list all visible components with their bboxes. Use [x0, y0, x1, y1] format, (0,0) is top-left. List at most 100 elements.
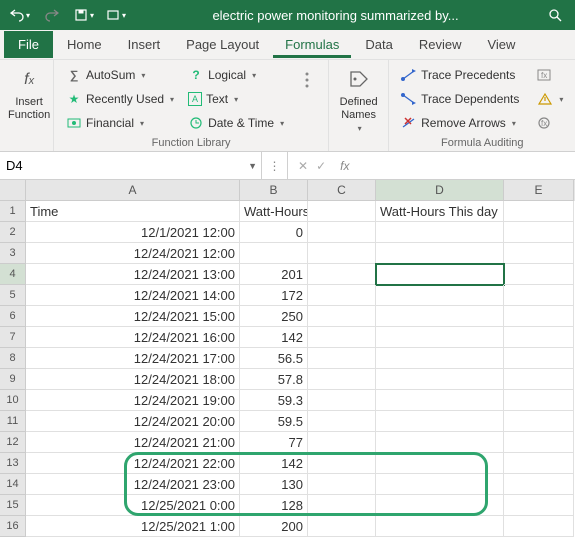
row-header[interactable]: 3 — [0, 243, 26, 264]
row-header[interactable]: 14 — [0, 474, 26, 495]
cell[interactable] — [376, 432, 504, 453]
row-header[interactable]: 16 — [0, 516, 26, 537]
logical-button[interactable]: ?Logical▾ — [184, 64, 288, 86]
cell[interactable] — [376, 474, 504, 495]
cell[interactable]: 12/24/2021 14:00 — [26, 285, 240, 306]
cell[interactable] — [376, 495, 504, 516]
cell[interactable] — [504, 264, 574, 285]
row-header[interactable]: 8 — [0, 348, 26, 369]
cell[interactable]: 172 — [240, 285, 308, 306]
search-icon[interactable] — [541, 3, 569, 27]
cell[interactable] — [504, 327, 574, 348]
cell[interactable] — [308, 306, 376, 327]
spreadsheet-grid[interactable]: A B C D E 1 Time Watt-Hours Watt-Hours T… — [0, 180, 575, 537]
cell[interactable] — [308, 390, 376, 411]
cell[interactable]: 12/24/2021 23:00 — [26, 474, 240, 495]
cell[interactable]: 0 — [240, 222, 308, 243]
show-formulas-button[interactable]: fx — [533, 64, 567, 86]
cell[interactable] — [308, 453, 376, 474]
cell[interactable]: 12/25/2021 0:00 — [26, 495, 240, 516]
cell[interactable] — [376, 243, 504, 264]
cell[interactable] — [376, 453, 504, 474]
cell[interactable] — [376, 411, 504, 432]
defined-names-button[interactable]: Defined Names ▾ — [337, 64, 380, 138]
row-header[interactable]: 11 — [0, 411, 26, 432]
cell[interactable] — [308, 285, 376, 306]
col-header-d[interactable]: D — [376, 180, 504, 201]
tab-pagelayout[interactable]: Page Layout — [174, 31, 271, 58]
autosum-button[interactable]: ∑AutoSum▾ — [62, 64, 178, 86]
cell[interactable] — [308, 474, 376, 495]
cell[interactable] — [504, 201, 574, 222]
cell[interactable] — [504, 453, 574, 474]
cell[interactable]: 59.5 — [240, 411, 308, 432]
cell[interactable] — [504, 369, 574, 390]
row-header[interactable]: 10 — [0, 390, 26, 411]
row-header[interactable]: 1 — [0, 201, 26, 222]
name-box[interactable]: ▼ — [0, 152, 262, 179]
cell[interactable] — [504, 411, 574, 432]
remove-arrows-button[interactable]: Remove Arrows▾ — [397, 112, 523, 134]
cell[interactable]: 12/24/2021 13:00 — [26, 264, 240, 285]
enter-icon[interactable]: ✓ — [316, 159, 326, 173]
row-header[interactable]: 13 — [0, 453, 26, 474]
name-box-input[interactable] — [6, 158, 255, 173]
cell[interactable] — [376, 327, 504, 348]
row-header[interactable]: 6 — [0, 306, 26, 327]
row-header[interactable]: 9 — [0, 369, 26, 390]
cell[interactable]: 12/24/2021 12:00 — [26, 243, 240, 264]
redo-icon[interactable] — [38, 3, 66, 27]
cell[interactable] — [308, 327, 376, 348]
tab-insert[interactable]: Insert — [116, 31, 173, 58]
row-header[interactable]: 12 — [0, 432, 26, 453]
tab-formulas[interactable]: Formulas — [273, 31, 351, 58]
col-header-a[interactable]: A — [26, 180, 240, 201]
qat-more-icon[interactable]: ▾ — [102, 3, 130, 27]
tab-home[interactable]: Home — [55, 31, 114, 58]
cell[interactable] — [504, 474, 574, 495]
cell[interactable]: 12/1/2021 12:00 — [26, 222, 240, 243]
cell[interactable]: 59.3 — [240, 390, 308, 411]
cell[interactable]: 142 — [240, 327, 308, 348]
cell[interactable]: 142 — [240, 453, 308, 474]
cell[interactable] — [308, 369, 376, 390]
save-icon[interactable]: ▾ — [70, 3, 98, 27]
cell[interactable] — [376, 306, 504, 327]
cell[interactable]: 128 — [240, 495, 308, 516]
cell[interactable]: 77 — [240, 432, 308, 453]
cell[interactable]: 12/24/2021 18:00 — [26, 369, 240, 390]
cell[interactable] — [376, 516, 504, 537]
select-all-corner[interactable] — [0, 180, 26, 201]
row-header[interactable]: 7 — [0, 327, 26, 348]
financial-button[interactable]: Financial▾ — [62, 112, 178, 134]
cancel-icon[interactable]: ✕ — [298, 159, 308, 173]
cell[interactable] — [504, 285, 574, 306]
cell[interactable] — [376, 222, 504, 243]
cell[interactable]: 12/24/2021 19:00 — [26, 390, 240, 411]
cell[interactable] — [504, 306, 574, 327]
row-header[interactable]: 5 — [0, 285, 26, 306]
col-header-e[interactable]: E — [504, 180, 574, 201]
tab-data[interactable]: Data — [353, 31, 404, 58]
cell[interactable]: 12/24/2021 15:00 — [26, 306, 240, 327]
expand-formula-icon[interactable]: ⋮ — [262, 152, 288, 179]
cell[interactable] — [504, 348, 574, 369]
cell[interactable]: 56.5 — [240, 348, 308, 369]
cell[interactable] — [308, 222, 376, 243]
tab-view[interactable]: View — [475, 31, 527, 58]
row-header[interactable]: 2 — [0, 222, 26, 243]
cell[interactable] — [504, 243, 574, 264]
cell[interactable]: 130 — [240, 474, 308, 495]
cell[interactable] — [308, 516, 376, 537]
more-functions-button[interactable] — [294, 64, 320, 98]
cell[interactable] — [504, 516, 574, 537]
cell[interactable]: 201 — [240, 264, 308, 285]
row-header[interactable]: 4 — [0, 264, 26, 285]
cell[interactable] — [308, 432, 376, 453]
row-header[interactable]: 15 — [0, 495, 26, 516]
recently-used-button[interactable]: ★Recently Used▾ — [62, 88, 178, 110]
fx-icon[interactable]: fx — [340, 159, 349, 173]
cell[interactable] — [376, 369, 504, 390]
cell[interactable]: 250 — [240, 306, 308, 327]
trace-precedents-button[interactable]: Trace Precedents — [397, 64, 523, 86]
